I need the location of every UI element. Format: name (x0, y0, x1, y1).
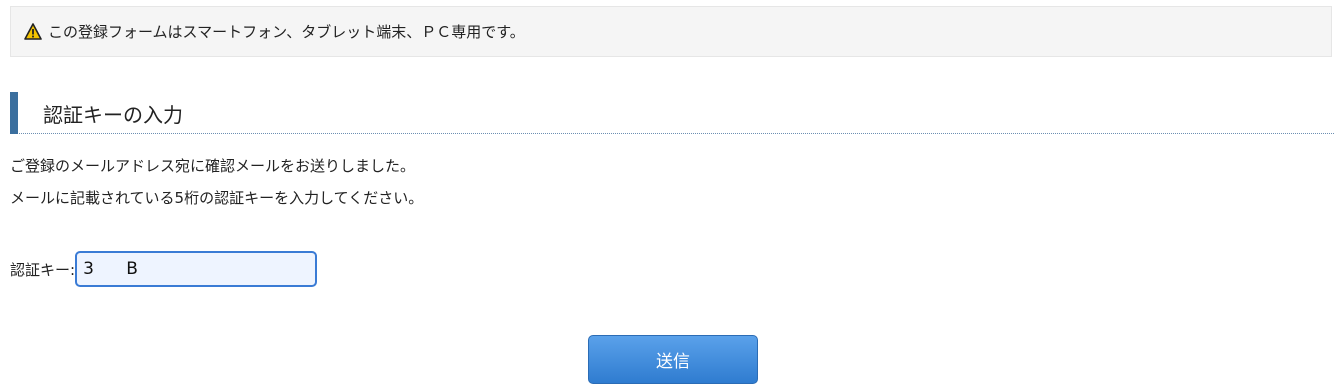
auth-key-label: 認証キー: (10, 260, 76, 279)
notice-banner: この登録フォームはスマートフォン、タブレット端末、ＰＣ専用です。 (10, 6, 1332, 57)
submit-button[interactable]: 送信 (588, 335, 758, 384)
section-title: 認証キーの入力 (43, 103, 183, 127)
auth-key-input[interactable] (75, 251, 318, 287)
section-accent-bar (10, 92, 18, 134)
warning-icon (24, 23, 42, 40)
description-line-1: ご登録のメールアドレス宛に確認メールをお送りしました。 (10, 157, 416, 175)
page: この登録フォームはスマートフォン、タブレット端末、ＰＣ専用です。 認証キーの入力… (0, 0, 1344, 392)
auth-key-row: 認証キー: (10, 250, 318, 288)
section-header: 認証キーの入力 (10, 92, 1334, 134)
description-line-2: メールに記載されている5桁の認証キーを入力してください。 (10, 189, 424, 207)
notice-text: この登録フォームはスマートフォン、タブレット端末、ＰＣ専用です。 (48, 23, 525, 41)
description: ご登録のメールアドレス宛に確認メールをお送りしました。 メールに記載されている5… (10, 150, 423, 214)
